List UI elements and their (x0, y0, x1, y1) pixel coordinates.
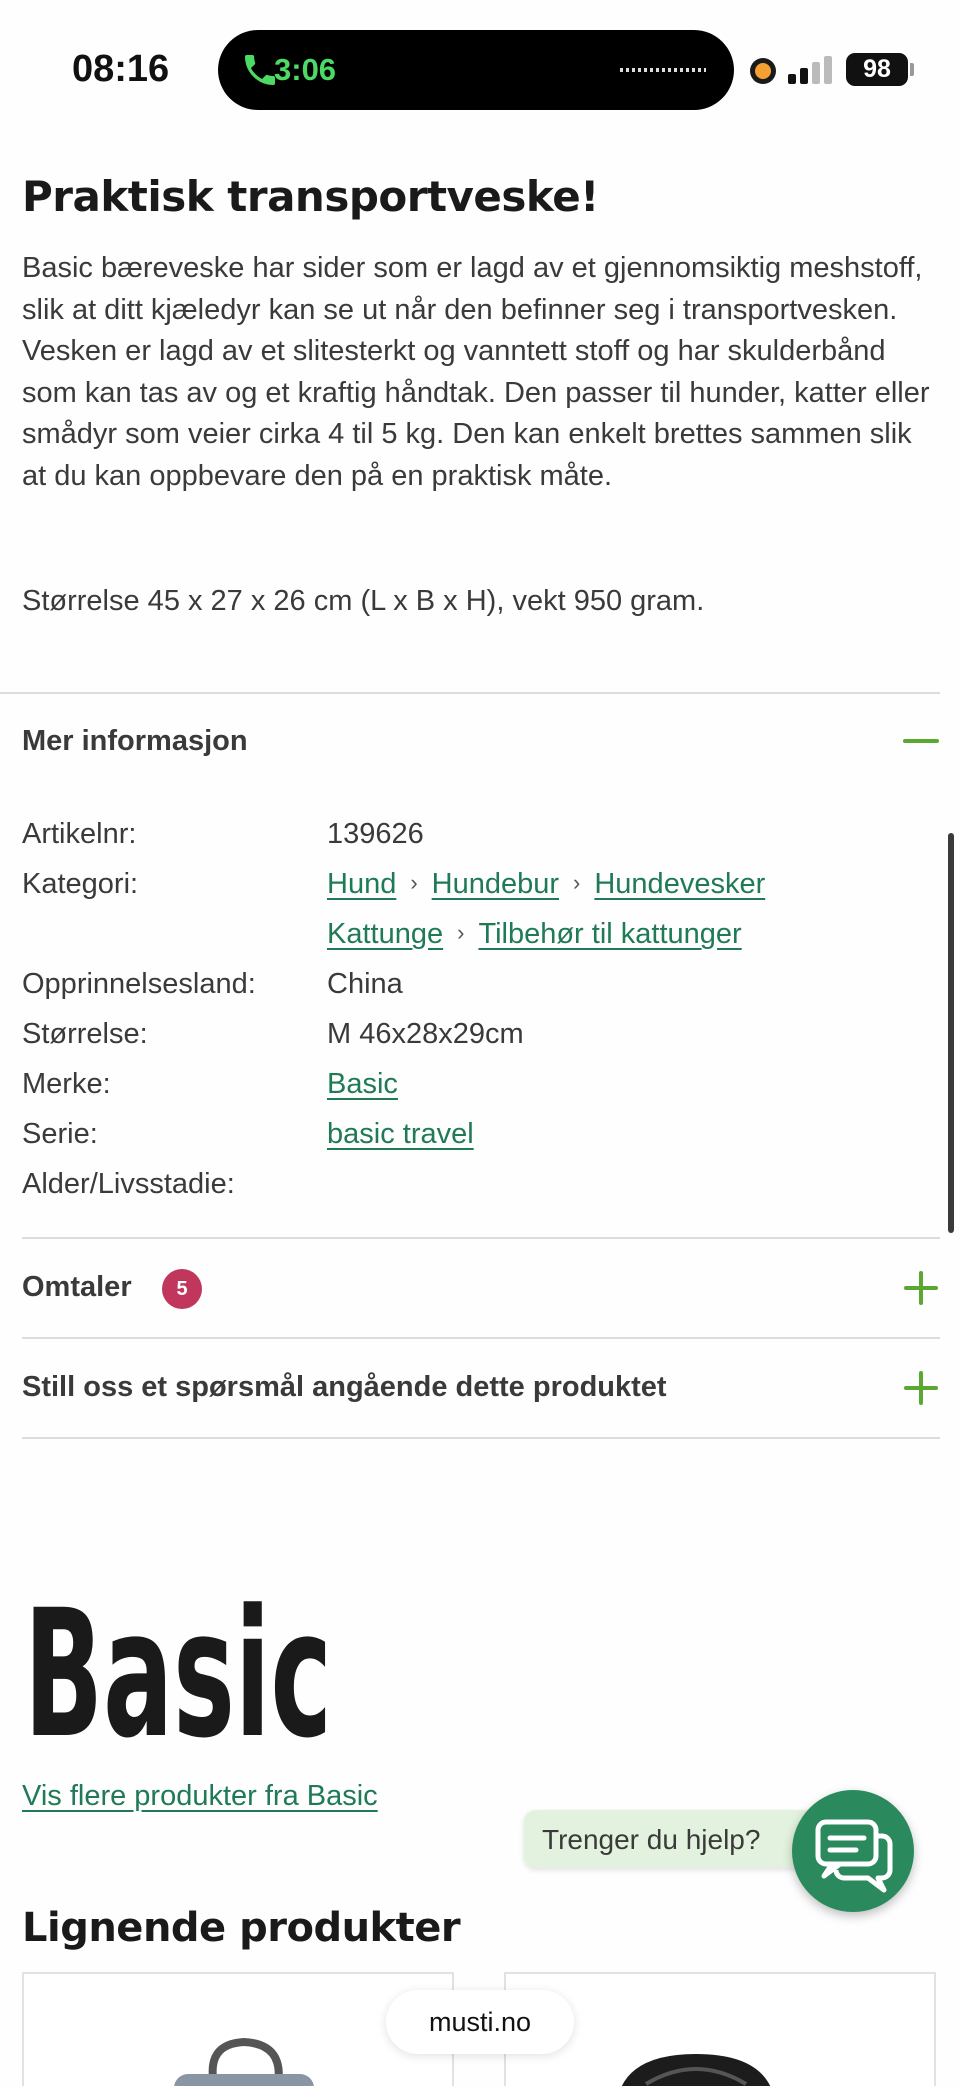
info-row-origin: Opprinnelsesland: China (22, 968, 938, 1018)
divider (22, 1337, 940, 1339)
info-row-category-2: Kattunge › Tilbehør til kattunger (22, 918, 938, 968)
url-bar[interactable]: musti.no (386, 1990, 574, 2054)
more-info-header[interactable]: Mer informasjon (22, 725, 248, 758)
clock: 08:16 (72, 48, 170, 90)
divider (22, 1237, 940, 1239)
info-row-category: Kategori: Hund › Hundebur › Hundevesker (22, 868, 938, 918)
info-row-brand: Merke: Basic (22, 1068, 938, 1118)
chevron-right-icon: › (457, 920, 465, 946)
expand-reviews-icon[interactable] (904, 1271, 938, 1305)
info-row-article: Artikelnr: 139626 (22, 818, 938, 868)
call-duration: 3:06 (274, 52, 337, 87)
series-link[interactable]: basic travel (327, 1118, 474, 1150)
info-label: Størrelse: (22, 1018, 148, 1050)
signal-icon (788, 54, 834, 84)
chevron-right-icon: › (573, 870, 581, 896)
reviews-count-badge: 5 (162, 1269, 202, 1309)
divider (22, 1437, 940, 1439)
description-size: Størrelse 45 x 27 x 26 cm (L x B x H), v… (22, 585, 705, 617)
battery-tip (910, 63, 914, 76)
battery-icon: 98 (846, 53, 908, 86)
info-value: M 46x28x29cm (327, 1018, 524, 1050)
info-row-size: Størrelse: M 46x28x29cm (22, 1018, 938, 1068)
mic-indicator-icon (750, 58, 776, 84)
basic-brand-logo[interactable]: Basic (22, 1545, 342, 1755)
questions-header[interactable]: Still oss et spørsmål angående dette pro… (22, 1371, 667, 1404)
info-label: Artikelnr: (22, 818, 137, 850)
category-link-tilbehor[interactable]: Tilbehør til kattunger (478, 918, 741, 950)
audio-waveform (620, 68, 706, 72)
scrollbar[interactable] (948, 833, 954, 1233)
help-text: Trenger du hjelp? (542, 1824, 761, 1855)
chevron-right-icon: › (410, 870, 418, 896)
chat-icon (815, 1819, 893, 1893)
description-text: Basic bæreveske har sider som er lagd av… (22, 252, 930, 492)
category-link-hund[interactable]: Hund (327, 868, 396, 900)
info-row-age: Alder/Livsstadie: (22, 1168, 938, 1218)
info-label: Kategori: (22, 868, 139, 900)
category-link-hundevesker[interactable]: Hundevesker (594, 868, 765, 900)
info-value: China (327, 968, 403, 1000)
expand-questions-icon[interactable] (904, 1371, 938, 1405)
more-from-brand-link[interactable]: Vis flere produkter fra Basic (22, 1780, 378, 1813)
info-label: Serie: (22, 1118, 98, 1150)
chat-button[interactable] (792, 1790, 914, 1912)
info-label: Merke: (22, 1068, 111, 1100)
help-tooltip[interactable]: Trenger du hjelp? (524, 1810, 824, 1868)
info-value: 139626 (327, 818, 424, 850)
category-link-hundebur[interactable]: Hundebur (432, 868, 559, 900)
category-breadcrumb: Hund › Hundebur › Hundevesker (327, 868, 765, 901)
divider (0, 692, 940, 694)
brand-logo-text: Basic (24, 1572, 332, 1755)
info-label: Alder/Livsstadie: (22, 1168, 235, 1200)
similar-products-title: Lignende produkter (22, 1905, 461, 1951)
description-title: Praktisk transportveske! (22, 172, 599, 221)
collapse-icon[interactable] (903, 739, 939, 743)
category-link-kattunge[interactable]: Kattunge (327, 918, 443, 950)
info-label: Opprinnelsesland: (22, 968, 256, 1000)
status-bar: 08:16 3:06 98 (0, 0, 960, 140)
dynamic-island-call[interactable]: 3:06 (218, 30, 734, 110)
reviews-header[interactable]: Omtaler (22, 1271, 132, 1304)
info-row-series: Serie: basic travel (22, 1118, 938, 1168)
category-breadcrumb: Kattunge › Tilbehør til kattunger (327, 918, 742, 951)
brand-link[interactable]: Basic (327, 1068, 398, 1100)
